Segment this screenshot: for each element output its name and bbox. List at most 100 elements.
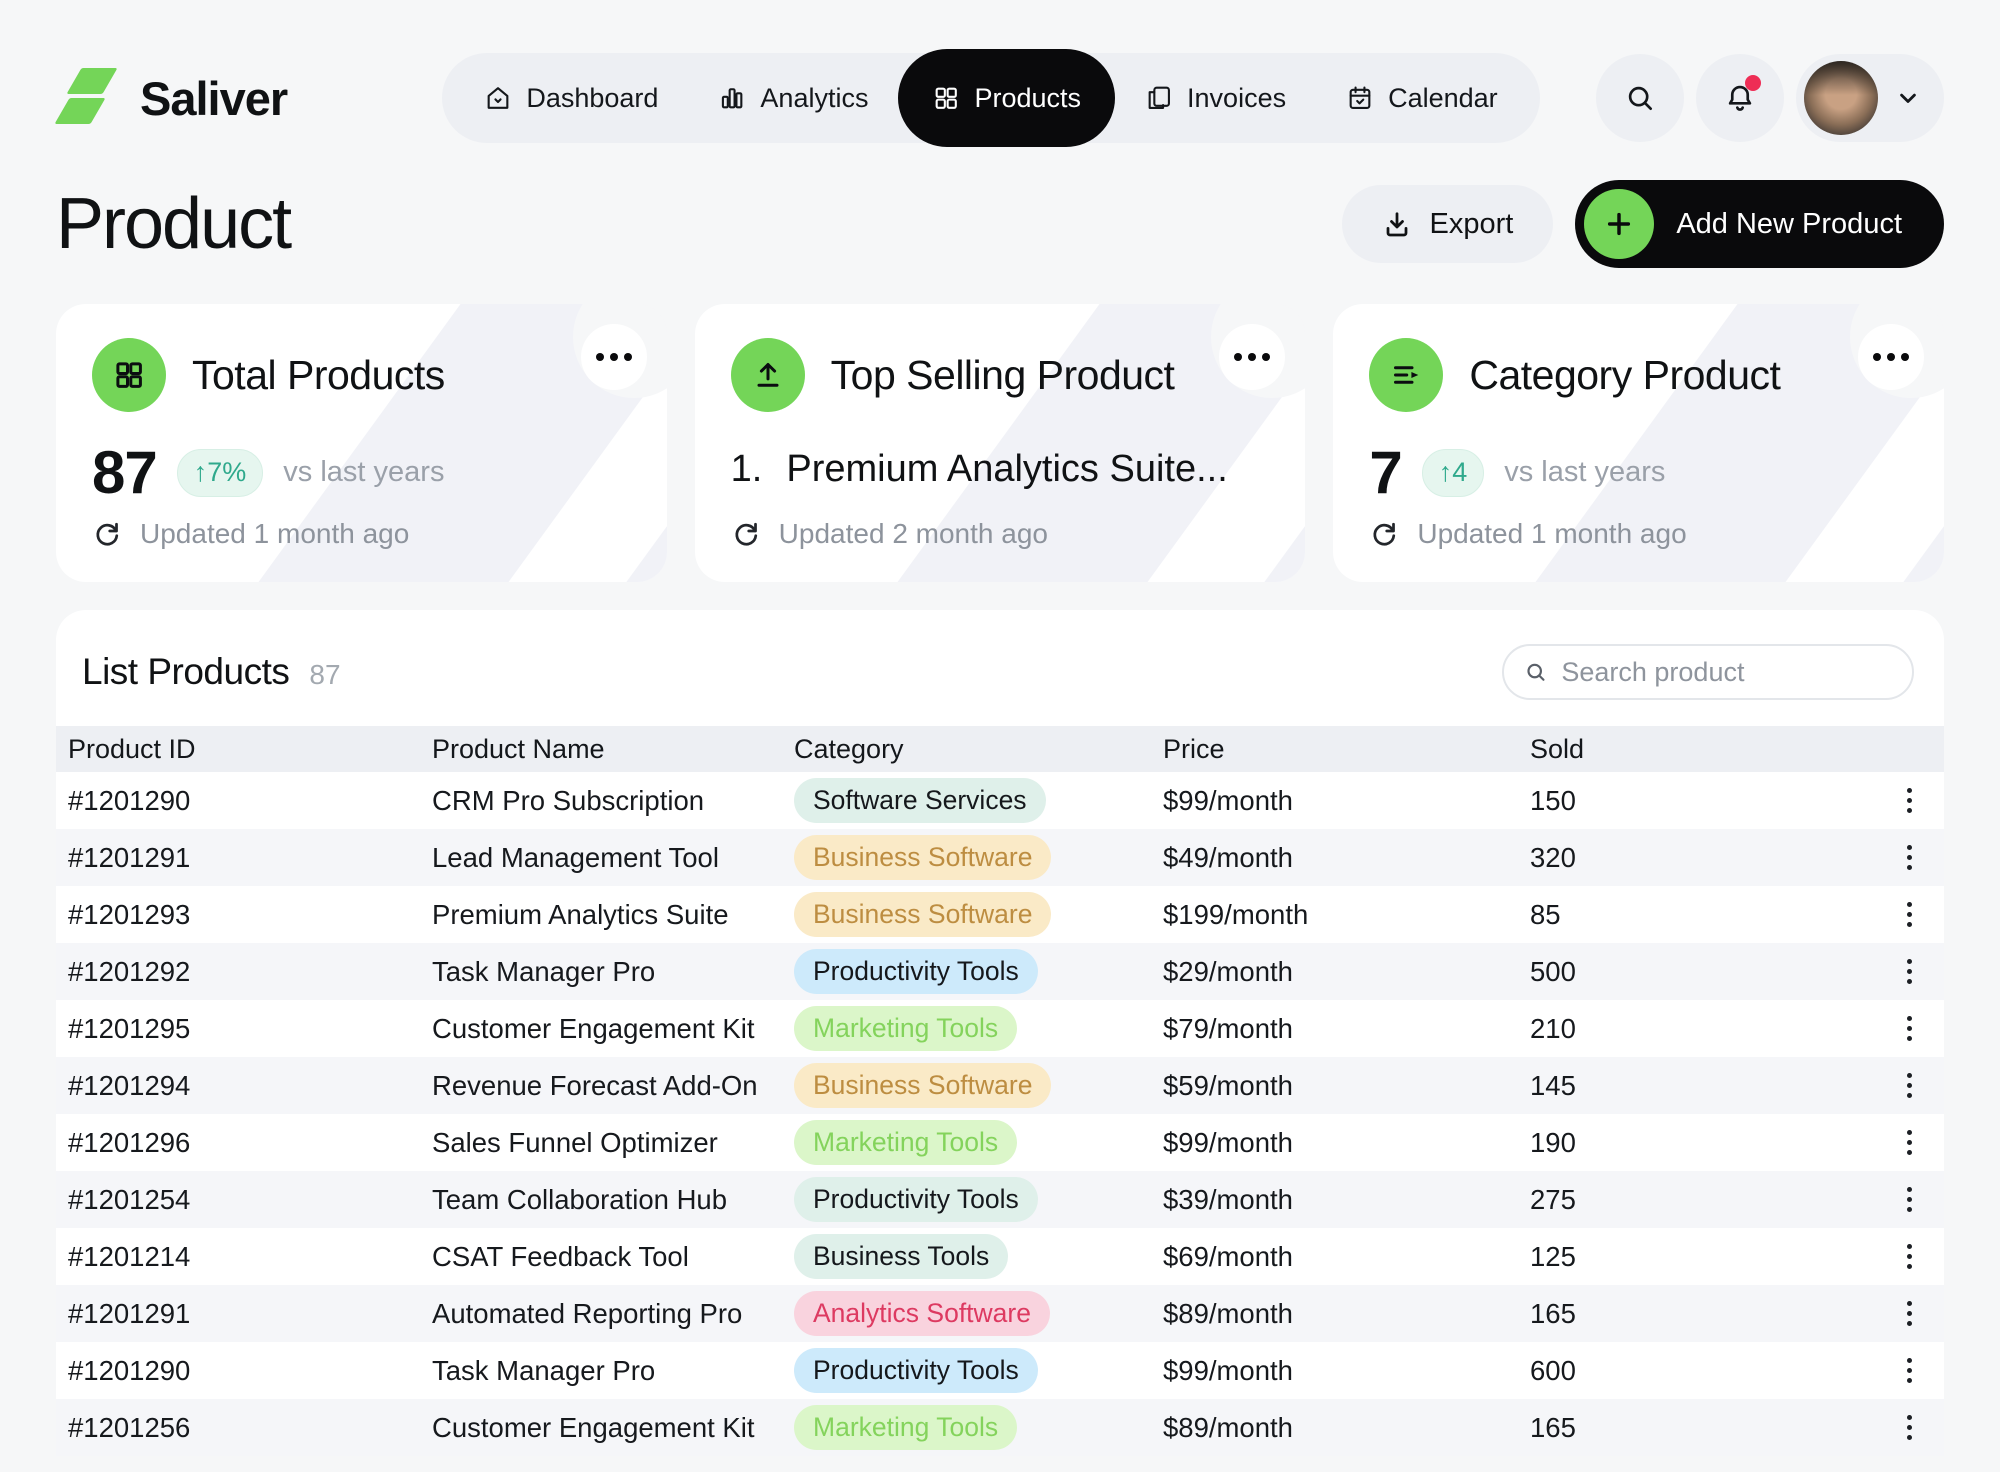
page-shell: Saliver Dashboard Analytics Products Inv… [0,50,2000,1430]
table-body: #1201290 CRM Pro Subscription Software S… [56,772,1944,1456]
row-menu-button[interactable] [1874,1293,1944,1334]
stat-trend-badge: ↑7% [177,449,264,497]
cell-product-name: Lead Management Tool [432,842,794,874]
nav-item-invoices[interactable]: Invoices [1115,53,1316,143]
cell-product-name: Task Manager Pro [432,956,794,988]
cell-sold: 145 [1530,1070,1874,1102]
calendar-icon [1346,84,1374,112]
table-row: #1201293 Premium Analytics Suite Busines… [56,886,1944,943]
cell-product-id: #1201292 [56,956,432,988]
nav-item-analytics[interactable]: Analytics [688,53,898,143]
row-menu-button[interactable] [1874,1179,1944,1220]
table-row: #1201290 CRM Pro Subscription Software S… [56,772,1944,829]
cell-price: $29/month [1163,956,1530,988]
cell-sold: 210 [1530,1013,1874,1045]
cell-product-id: #1201294 [56,1070,432,1102]
card-title: Top Selling Product [831,352,1175,399]
row-menu-button[interactable] [1874,1065,1944,1106]
nav-item-calendar[interactable]: Calendar [1316,53,1528,143]
cell-price: $99/month [1163,1355,1530,1387]
cell-product-id: #1201290 [56,1355,432,1387]
row-menu-button[interactable] [1874,951,1944,992]
cell-price: $49/month [1163,842,1530,874]
page-title: Product [56,183,290,265]
row-menu-button[interactable] [1874,894,1944,935]
plus-icon [1584,189,1654,259]
cell-sold: 320 [1530,842,1874,874]
column-sold: Sold [1530,734,1874,765]
column-price: Price [1163,734,1530,765]
search-product-input[interactable] [1561,657,1892,688]
download-icon [1382,209,1412,239]
upload-icon [731,338,805,412]
bar-chart-icon [718,84,746,112]
card-title: Total Products [192,352,445,399]
search-icon [1524,659,1547,685]
refresh-icon [92,519,122,549]
stat-card-category-product: Category Product 7 ↑4 vs last years Upda… [1333,304,1944,582]
add-new-product-button[interactable]: Add New Product [1575,180,1944,268]
cell-sold: 165 [1530,1298,1874,1330]
refresh-icon [1369,519,1399,549]
category-badge: Marketing Tools [794,1405,1017,1450]
notifications-button[interactable] [1696,54,1784,142]
notification-unread-dot [1745,75,1761,91]
row-menu-button[interactable] [1874,837,1944,878]
row-menu-button[interactable] [1874,1008,1944,1049]
cell-product-id: #1201254 [56,1184,432,1216]
column-category: Category [794,734,1163,765]
column-product-name: Product Name [432,734,794,765]
category-badge: Business Software [794,835,1051,880]
grid-icon [932,84,960,112]
cell-sold: 600 [1530,1355,1874,1387]
category-badge: Business Tools [794,1234,1008,1279]
row-menu-button[interactable] [1874,780,1944,821]
stat-note: vs last years [283,456,444,489]
top-actions [1596,54,1944,142]
category-badge: Business Software [794,892,1051,937]
search-button[interactable] [1596,54,1684,142]
category-badge: Productivity Tools [794,949,1038,994]
column-product-id: Product ID [56,734,432,765]
cell-product-name: Automated Reporting Pro [432,1298,794,1330]
export-button[interactable]: Export [1342,185,1554,263]
list-products-panel: List Products 87 Product ID Product Name… [56,610,1944,1430]
stat-trend-badge: ↑4 [1422,449,1485,497]
row-menu-button[interactable] [1874,1236,1944,1277]
cell-price: $99/month [1163,785,1530,817]
cell-price: $39/month [1163,1184,1530,1216]
cell-price: $199/month [1163,899,1530,931]
nav-item-products[interactable]: Products [898,49,1115,147]
chevron-down-icon [1894,84,1922,112]
search-icon [1624,82,1656,114]
cell-product-name: Customer Engagement Kit [432,1013,794,1045]
cell-product-name: Revenue Forecast Add-On [432,1070,794,1102]
cell-sold: 150 [1530,785,1874,817]
row-menu-button[interactable] [1874,1407,1944,1448]
cell-sold: 500 [1530,956,1874,988]
updated-text: Updated 2 month ago [779,518,1048,550]
home-icon [484,84,512,112]
category-badge: Business Software [794,1063,1051,1108]
brand-logo: Saliver [56,66,386,130]
row-menu-button[interactable] [1874,1350,1944,1391]
user-menu[interactable] [1796,54,1944,142]
refresh-icon [731,519,761,549]
stat-note: vs last years [1504,456,1665,489]
cell-sold: 275 [1530,1184,1874,1216]
table-row: #1201295 Customer Engagement Kit Marketi… [56,1000,1944,1057]
table-row: #1201296 Sales Funnel Optimizer Marketin… [56,1114,1944,1171]
top-bar: Saliver Dashboard Analytics Products Inv… [56,50,1944,146]
table-row: #1201291 Lead Management Tool Business S… [56,829,1944,886]
row-menu-button[interactable] [1874,1122,1944,1163]
grid-icon [92,338,166,412]
table-row: #1201294 Revenue Forecast Add-On Busines… [56,1057,1944,1114]
cell-product-id: #1201296 [56,1127,432,1159]
product-search[interactable] [1502,644,1914,700]
cell-product-name: Premium Analytics Suite [432,899,794,931]
category-list-icon [1369,338,1443,412]
category-badge: Marketing Tools [794,1006,1017,1051]
nav-item-dashboard[interactable]: Dashboard [454,53,688,143]
category-badge: Productivity Tools [794,1177,1038,1222]
cell-product-name: Task Manager Pro [432,1355,794,1387]
